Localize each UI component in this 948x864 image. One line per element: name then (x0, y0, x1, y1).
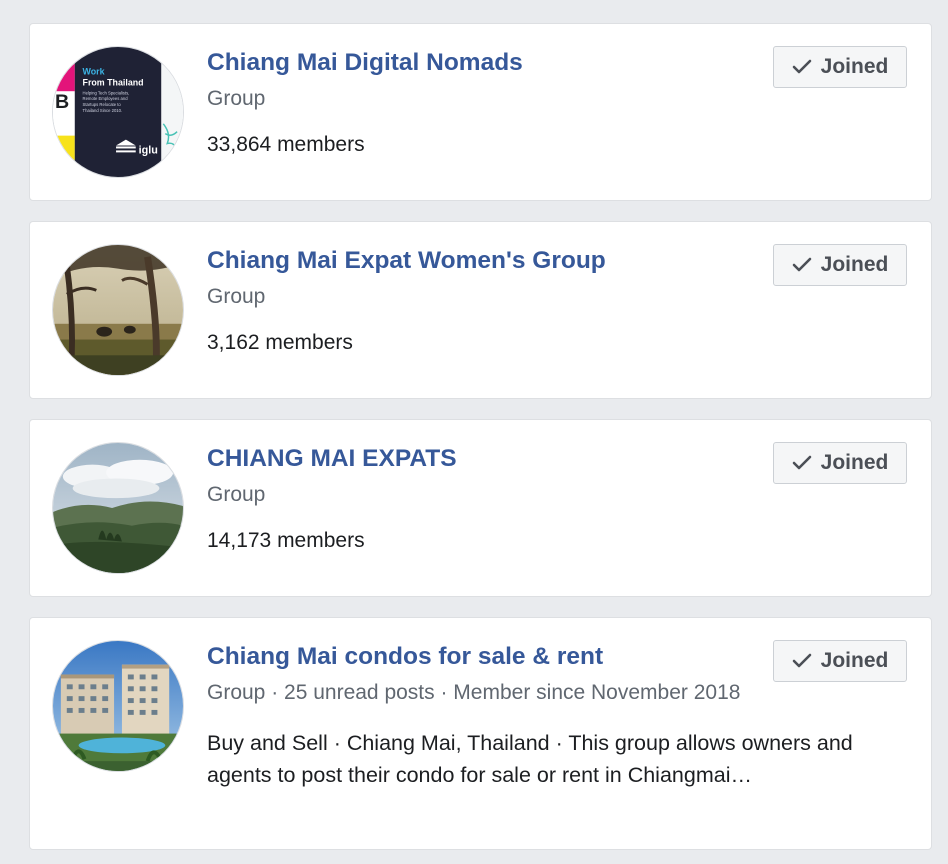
joined-button-label: Joined (820, 55, 889, 78)
group-card: B Work From Thailand Helping Tech Specia… (29, 23, 932, 201)
group-avatar[interactable] (52, 442, 184, 574)
avatar-letter: B (55, 91, 69, 113)
joined-button[interactable]: Joined (773, 244, 907, 286)
group-type: Group (207, 87, 266, 110)
avatar-headline: Work (83, 67, 105, 77)
group-avatar-image (53, 245, 183, 375)
avatar-subhead: From Thailand (83, 77, 144, 87)
group-avatar-image (53, 641, 183, 771)
group-avatar[interactable] (52, 640, 184, 772)
avatar-body-line: Thailand Since 2010. (83, 108, 123, 113)
group-meta: Group · 25 unread posts · Member since N… (207, 681, 741, 704)
group-type: Group (207, 483, 266, 506)
avatar-body-line: Remote Employees and (83, 96, 129, 101)
group-avatar-image (53, 443, 183, 573)
avatar-brand: iglu (139, 144, 158, 156)
joined-button-label: Joined (820, 253, 889, 276)
group-avatar[interactable] (52, 244, 184, 376)
group-card: CHIANG MAI EXPATS Group 14,173 members J… (29, 419, 932, 597)
group-type: Group (207, 285, 266, 308)
member-count: 33,864 members (207, 133, 365, 156)
group-card: Chiang Mai condos for sale & rent Group … (29, 617, 932, 850)
check-icon (792, 59, 811, 74)
member-count: 3,162 members (207, 331, 353, 354)
joined-button[interactable]: Joined (773, 640, 907, 682)
group-avatar-image: B Work From Thailand Helping Tech Specia… (53, 47, 183, 177)
group-list: B Work From Thailand Helping Tech Specia… (0, 0, 948, 864)
joined-button[interactable]: Joined (773, 46, 907, 88)
member-count: 14,173 members (207, 529, 365, 552)
avatar-body-line: Helping Tech Specialists, (83, 90, 130, 95)
group-avatar[interactable]: B Work From Thailand Helping Tech Specia… (52, 46, 184, 178)
avatar-body-line: Startups Relocate to (83, 102, 122, 107)
group-description: Buy and Sell · Chiang Mai, Thailand · Th… (207, 731, 853, 787)
joined-button-label: Joined (820, 649, 889, 672)
check-icon (792, 653, 811, 668)
joined-button-label: Joined (820, 451, 889, 474)
group-card: Chiang Mai Expat Women's Group Group 3,1… (29, 221, 932, 399)
joined-button[interactable]: Joined (773, 442, 907, 484)
check-icon (792, 257, 811, 272)
check-icon (792, 455, 811, 470)
